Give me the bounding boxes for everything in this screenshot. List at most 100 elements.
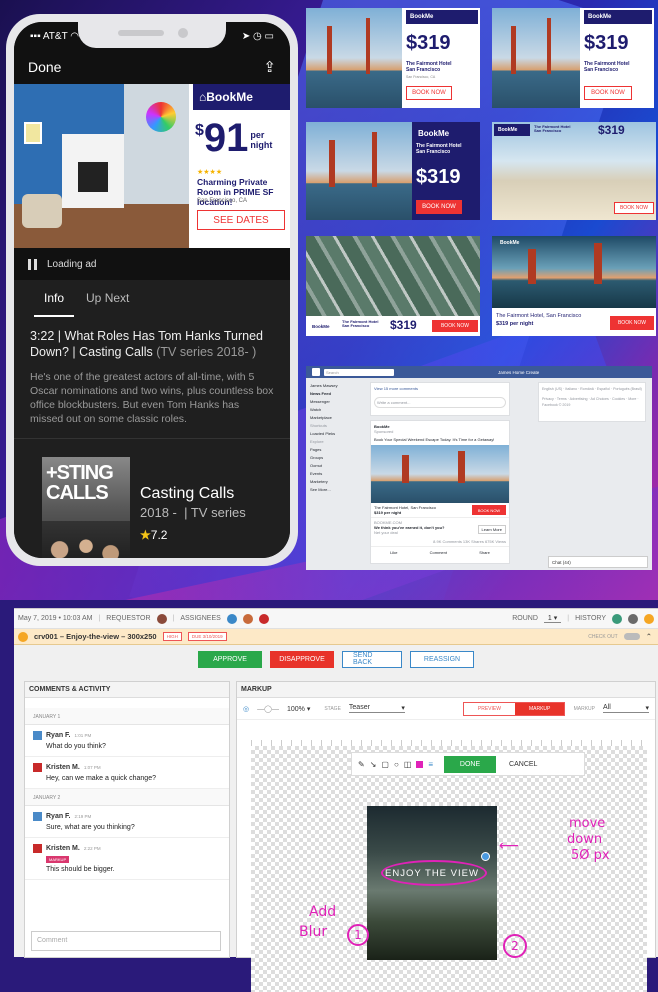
chat-bar[interactable]: Chat (44) [548,556,648,568]
learn-more-button[interactable]: Learn More [477,525,506,534]
history-avatar[interactable] [644,613,654,624]
nav-item[interactable]: Events [310,470,366,478]
nav-item[interactable]: Pages [310,446,366,454]
footer-links[interactable]: Privacy · Terms · Advertising · Ad Choic… [542,396,642,408]
ad-location: San Francisco, CA [197,198,248,204]
preview-toggle[interactable]: PREVIEW [463,702,515,715]
facebook-logo-icon [312,368,320,376]
show-card[interactable]: +STING CALLS Casting Calls 2018 - | TV s… [14,439,290,558]
nav-item[interactable]: See More... [310,486,366,494]
rectangle-icon[interactable]: ▢ [381,760,389,769]
language-links[interactable]: English (US) · Italiano · Română · Españ… [542,386,642,392]
annotation-number-1: 1 [347,924,369,946]
markup-toolbar: ◎ —◯— 100% ▾ STAGE Teaser ▾ PREVIEW MARKUP… [237,698,655,720]
send-back-button[interactable]: SEND BACK [342,650,402,668]
markup-filter-label: MARKUP [573,705,595,712]
pause-icon[interactable] [28,258,37,270]
comments-panel: COMMENTS & ACTIVITY JANUARY 1 Ryan F. 1:0… [24,681,230,958]
tab-bar: Info Up Next [14,280,290,317]
color-swatch-icon[interactable] [416,760,424,768]
disapprove-button[interactable]: DISAPPROVE [270,650,334,668]
gear-icon[interactable] [18,631,28,642]
creative-preview[interactable]: ENJOY THE VIEW [367,806,497,960]
ad-preview-5[interactable]: BookMe The Fairmont Hotel San Francisco $… [306,236,480,336]
like-button[interactable]: Like [390,550,397,555]
ad-preview-4[interactable]: BookMe The Fairmont Hotel San Francisco $… [492,122,656,220]
book-now-button[interactable]: BOOK NOW [472,505,506,515]
book-now-button[interactable]: BOOK NOW [432,320,478,332]
banner-ad[interactable]: ⌂ BookMe $ 91 per night ★★★★ Charming Priv… [14,84,290,248]
share-button[interactable]: Share [479,550,490,555]
comment-input[interactable]: Comment [31,931,221,951]
check-out-toggle[interactable] [623,633,640,640]
book-now-button[interactable]: BOOK NOW [614,202,654,214]
pen-icon[interactable]: ✎ [358,760,365,769]
done-button[interactable]: Done [28,59,61,75]
nav-item[interactable]: Loacted Pieks [310,430,366,438]
history-avatar[interactable] [612,613,622,624]
facebook-search-input[interactable]: Search [324,368,394,376]
done-button[interactable]: DONE [444,755,497,773]
tab-info[interactable]: Info [33,291,75,317]
ad-preview-1[interactable]: BookMe $319 The Fairmont Hotel San Franci… [306,8,480,108]
nav-item[interactable]: Marketplace [310,414,366,422]
avatar[interactable] [226,613,237,624]
round-select[interactable]: 1 ▾ [543,614,562,623]
comment-item[interactable]: Kristen M. 1:07 PM Hey, can we make a qui… [25,757,229,789]
book-now-button[interactable]: BOOK NOW [416,200,462,214]
see-dates-button[interactable]: SEE DATES [197,210,285,230]
chevron-up-icon[interactable]: ⌃ [646,632,652,641]
battery-icon: ▭ [264,30,274,42]
comment-item[interactable]: Kristen M. 2:22 PM MARKUP This should be … [25,838,229,880]
cancel-button[interactable]: CANCEL [509,761,537,768]
nav-item[interactable]: News Feed [310,390,366,398]
ad-preview-2[interactable]: BookMe $319 The Fairmont Hotel San Franci… [492,8,654,108]
arrow-icon[interactable]: ↘ [370,760,377,769]
avatar[interactable] [156,613,167,624]
nav-item[interactable]: Oomut [310,462,366,470]
comment-input[interactable]: Write a comment... [374,397,506,408]
annotation-marker-icon[interactable] [481,852,490,861]
ad-preview-3[interactable]: BookMe The Fairmont Hotel San Francisco $… [306,122,480,220]
markup-filter-select[interactable]: All ▾ [603,704,649,713]
facebook-comment-box: View 15 more comments Write a comment... [370,382,510,416]
share-icon[interactable]: ⇪ [263,58,276,76]
reassign-button[interactable]: REASSIGN [410,650,474,668]
book-now-button[interactable]: BOOK NOW [584,86,632,100]
markup-tag[interactable]: MARKUP [46,856,70,863]
file-bar: crv001 – Enjoy-the-view – 300x250 HIGH D… [14,629,658,645]
comment-item[interactable]: Ryan F. 2:19 PM Sure, what are you thinki… [25,806,229,838]
nav-item[interactable]: Messenger [310,398,366,406]
view-more-comments[interactable]: View 15 more comments [374,386,506,391]
show-poster[interactable]: +STING CALLS [42,457,130,558]
book-now-button[interactable]: BOOK NOW [406,86,452,100]
nav-item[interactable]: Marketery [310,478,366,486]
annotation-ellipse[interactable] [381,860,487,886]
comment-button[interactable]: Comment [430,550,447,555]
post-image[interactable] [371,445,509,503]
approve-button[interactable]: APPROVE [198,650,262,668]
comment-item[interactable]: Ryan F. 1:01 PM What do you think? [25,725,229,757]
target-icon[interactable]: ◎ [243,705,249,713]
history-avatar[interactable] [628,613,638,624]
nav-item[interactable]: James Mawsey [310,382,366,390]
nav-item[interactable]: Watch [310,406,366,414]
comment-time: 1:07 PM [83,765,101,770]
zoom-slider[interactable]: —◯— [257,705,279,713]
stroke-width-icon[interactable]: ≡ [428,760,433,769]
annotation-number-2: 2 [503,934,527,958]
markup-toggle[interactable]: MARKUP [514,702,565,715]
ad-loading-bar: Loading ad [14,248,290,280]
book-now-button[interactable]: BOOK NOW [610,316,654,330]
avatar[interactable] [242,613,253,624]
stage-select[interactable]: Teaser ▾ [348,704,405,713]
facebook-nav[interactable]: James Home Create [498,370,539,375]
tab-up-next[interactable]: Up Next [86,291,129,305]
zoom-select[interactable]: 100% ▾ [287,705,310,713]
avatar[interactable] [258,613,269,624]
note-icon[interactable]: ◫ [404,760,412,769]
circle-icon[interactable]: ○ [394,760,399,769]
markup-canvas[interactable]: ✎ ↘ ▢ ○ ◫ ≡ DONE CANCEL ENJOY THE VIEW A… [251,746,647,992]
ad-preview-6[interactable]: BookMe The Fairmont Hotel, San Francisco… [492,236,656,336]
nav-item[interactable]: Groups [310,454,366,462]
